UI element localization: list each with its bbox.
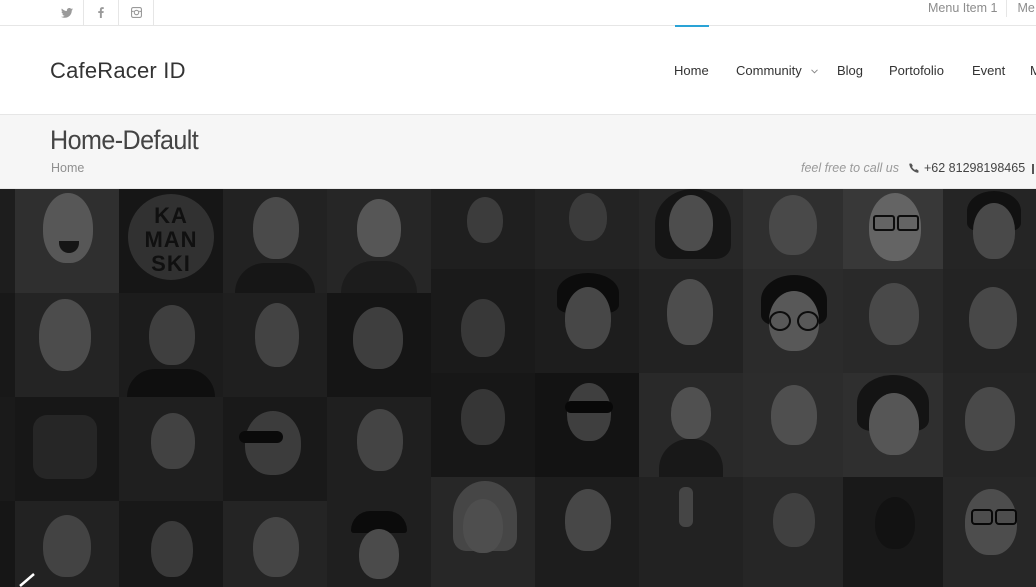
- phone-number[interactable]: +62 81298198465: [924, 161, 1025, 175]
- breadcrumb[interactable]: Home: [51, 161, 84, 175]
- site-logo[interactable]: CafeRacer ID: [50, 58, 186, 84]
- chevron-left-icon[interactable]: [16, 573, 36, 587]
- facebook-icon: [98, 7, 104, 18]
- nav-label-event: Event: [972, 63, 1006, 78]
- nav-label-blog: Blog: [837, 63, 864, 78]
- instagram-icon: [130, 7, 142, 18]
- nav-label-home: Home: [674, 63, 709, 78]
- nav-label-more: M: [1030, 63, 1036, 78]
- hero-portrait-mosaic: KA MAN SKI: [0, 189, 1036, 587]
- active-indicator: [675, 25, 709, 27]
- site-header: CafeRacer ID Home Community Blog Portofo…: [0, 25, 1036, 115]
- social-links: [50, 0, 154, 25]
- page-title-bar: Home-Default Home feel free to call us +…: [0, 115, 1036, 189]
- nav-label-portofolio: Portofolio: [889, 63, 944, 78]
- phone-icon: [909, 163, 919, 173]
- nav-item-more[interactable]: M: [1030, 63, 1036, 78]
- chevron-down-icon: [811, 69, 819, 74]
- top-bar: Menu Item 1 Me: [0, 0, 1036, 26]
- nav-item-home[interactable]: Home: [674, 25, 709, 78]
- twitter-link[interactable]: [50, 0, 84, 25]
- top-menu-item-2[interactable]: Me: [1007, 0, 1036, 17]
- call-us-text: feel free to call us: [801, 161, 899, 175]
- facebook-link[interactable]: [84, 0, 119, 25]
- instagram-link[interactable]: [119, 0, 154, 25]
- nav-item-blog[interactable]: Blog: [837, 63, 863, 78]
- phone-contact: +62 81298198465: [909, 161, 1025, 175]
- page-title: Home-Default: [50, 125, 199, 155]
- nav-item-event[interactable]: Event: [972, 63, 1005, 78]
- hero-dark-overlay: [0, 189, 1036, 587]
- edge-icon: [1032, 164, 1034, 174]
- nav-label-community: Community: [736, 63, 802, 78]
- top-menu-item-1[interactable]: Menu Item 1: [918, 0, 1008, 17]
- twitter-icon: [60, 7, 73, 18]
- nav-item-portofolio[interactable]: Portofolio: [889, 63, 944, 78]
- top-menu: Menu Item 1 Me: [918, 0, 1036, 25]
- nav-item-community[interactable]: Community: [736, 63, 819, 78]
